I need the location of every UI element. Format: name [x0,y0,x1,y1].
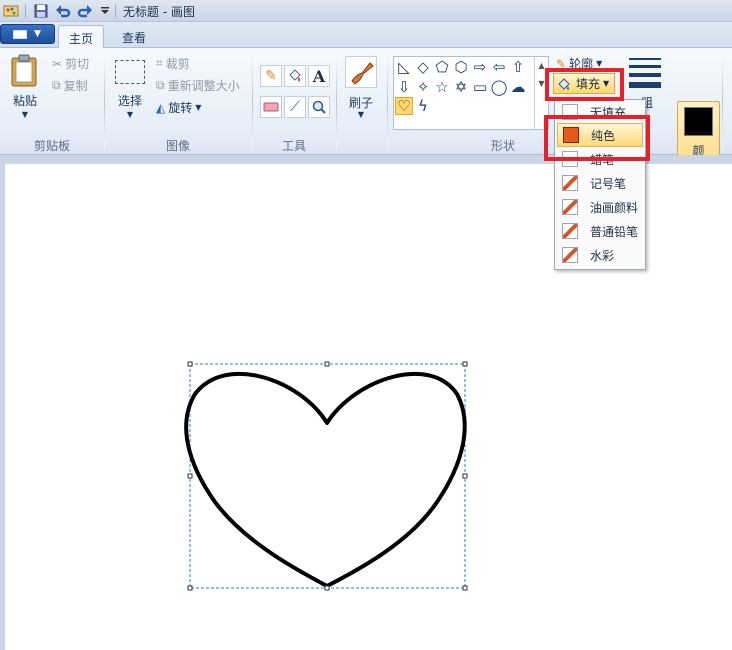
fill-option-watercolor[interactable]: 水彩 [557,243,643,267]
fill-option-label: 油画颜料 [590,200,639,215]
fill-option-marker[interactable]: 记号笔 [557,171,643,195]
cut-button[interactable]: ✂ 剪切 [52,55,89,72]
chevron-down-icon: ▼ [596,59,603,68]
scissors-icon: ✂ [52,56,63,71]
fill-option-label: 普通铅笔 [590,224,639,239]
chevron-down-icon: ▼ [34,29,41,39]
right-triangle-icon[interactable]: ◺ [395,58,413,76]
magnifier-tool[interactable] [308,96,330,118]
fill-option-pencil[interactable]: 普通铅笔 [557,219,643,243]
eraser-tool[interactable] [260,96,282,118]
hexagon-shape-icon[interactable]: ⬡ [452,58,470,76]
diamond-shape-icon[interactable]: ◇ [414,58,432,76]
copy-button[interactable]: ⧉ 复制 [52,77,88,94]
tab-view[interactable]: 查看 [112,25,156,48]
group-label-tools: 工具 [281,139,306,153]
brush-icon [345,56,377,88]
color1-swatch [684,107,713,136]
pentagon-shape-icon[interactable]: ⬠ [433,58,451,76]
chevron-down-icon: ▼ [21,110,29,119]
paint-bucket-icon [289,69,301,82]
annotation-box-solid [544,115,650,161]
brushes-label: 刷子 [348,96,373,110]
lightning-shape-icon[interactable]: ϟ [414,97,432,115]
group-label-image: 图像 [165,139,190,153]
text-tool[interactable]: A [308,65,330,87]
rotate-label: 旋转 [168,101,193,115]
copy-icon: ⧉ [52,78,61,92]
eyedropper-icon: ⟋ [290,99,300,115]
magnifier-icon [312,100,326,114]
group-label-clipboard: 剪贴板 [33,139,70,153]
marker-icon [562,175,578,191]
cut-label: 剪切 [65,57,90,71]
customize-qat-icon[interactable] [96,2,114,20]
clipboard-icon [11,54,37,87]
rotate-button[interactable]: ◭ 旋转 ▼ [156,99,201,116]
oil-brush-icon [562,199,578,215]
paint-app-icon[interactable] [2,2,20,20]
select-label: 选择 [117,94,142,108]
group-separator [104,54,105,150]
crop-icon: ⌗ [156,56,163,70]
tab-home[interactable]: 主页 [58,25,105,49]
five-point-star-icon[interactable]: ☆ [433,78,451,96]
chevron-down-icon: ▼ [195,103,202,112]
text-icon: A [312,66,326,86]
undo-icon[interactable] [54,2,72,20]
group-separator [387,54,388,150]
group-separator [252,54,253,150]
right-arrow-shape-icon[interactable]: ⇨ [471,58,489,76]
paint-menu-button[interactable]: ▼ [0,24,55,44]
cloud-callout-icon[interactable]: ☁ [509,78,527,96]
four-point-star-icon[interactable]: ✧ [414,78,432,96]
rect-callout-icon[interactable]: ▭ [471,78,489,96]
pencil-icon: ✎ [265,68,277,84]
six-point-star-icon[interactable]: ✡ [452,78,470,96]
up-arrow-shape-icon[interactable]: ⇧ [509,58,527,76]
resize-button[interactable]: ⧉ 重新调整大小 [156,77,240,94]
paste-label: 粘贴 [12,94,37,108]
select-icon [115,60,145,84]
copy-label: 复制 [63,79,88,93]
shapes-gallery: ◺ ◇ ⬠ ⬡ ⇨ ⇦ ⇧ ⇩ ✧ ☆ ✡ ▭ ◯ ☁ ♡ ϟ ▲ ▼ [393,56,549,130]
crop-label: 裁剪 [165,57,190,71]
fill-option-label: 记号笔 [590,176,627,191]
heart-shape [184,371,467,588]
chevron-down-icon: ▼ [126,110,134,119]
ribbon-tabs: ▼ 主页 查看 [0,22,732,49]
selection-rectangle [189,363,466,589]
save-icon[interactable] [32,2,50,20]
separator [25,4,26,18]
chevron-down-icon: ▼ [357,110,365,119]
rotate-icon: ◭ [156,100,166,115]
left-arrow-shape-icon[interactable]: ⇦ [490,58,508,76]
group-separator [336,54,337,150]
resize-label: 重新调整大小 [167,79,240,93]
watercolor-icon [562,247,578,263]
menu-icon [13,30,27,39]
color-picker-tool[interactable]: ⟋ [284,96,306,118]
group-separator [722,54,723,150]
fill-option-label: 水彩 [590,248,615,263]
annotation-box-fill [545,68,624,101]
heart-shape-icon[interactable]: ♡ [395,97,413,115]
fill-option-oil[interactable]: 油画颜料 [557,195,643,219]
redo-icon[interactable] [76,2,94,20]
title-bar: 无标题 - 画图 [0,0,732,22]
resize-handles [187,361,468,591]
separator [115,4,116,18]
select-button[interactable]: 选择 ▼ [110,54,150,124]
pencil-tool[interactable]: ✎ [260,65,282,87]
resize-icon: ⧉ [156,78,165,92]
paste-button[interactable]: 粘贴 ▼ [6,52,44,124]
down-arrow-shape-icon[interactable]: ⇩ [395,78,413,96]
window-title: 无标题 - 画图 [123,5,195,19]
brushes-button[interactable]: 刷子 ▼ [341,54,381,124]
crop-button[interactable]: ⌗ 裁剪 [156,55,190,72]
fill-bucket-tool[interactable] [284,65,306,87]
eraser-icon [263,102,279,112]
oval-callout-icon[interactable]: ◯ [490,78,508,96]
pencil-texture-icon [562,223,578,239]
